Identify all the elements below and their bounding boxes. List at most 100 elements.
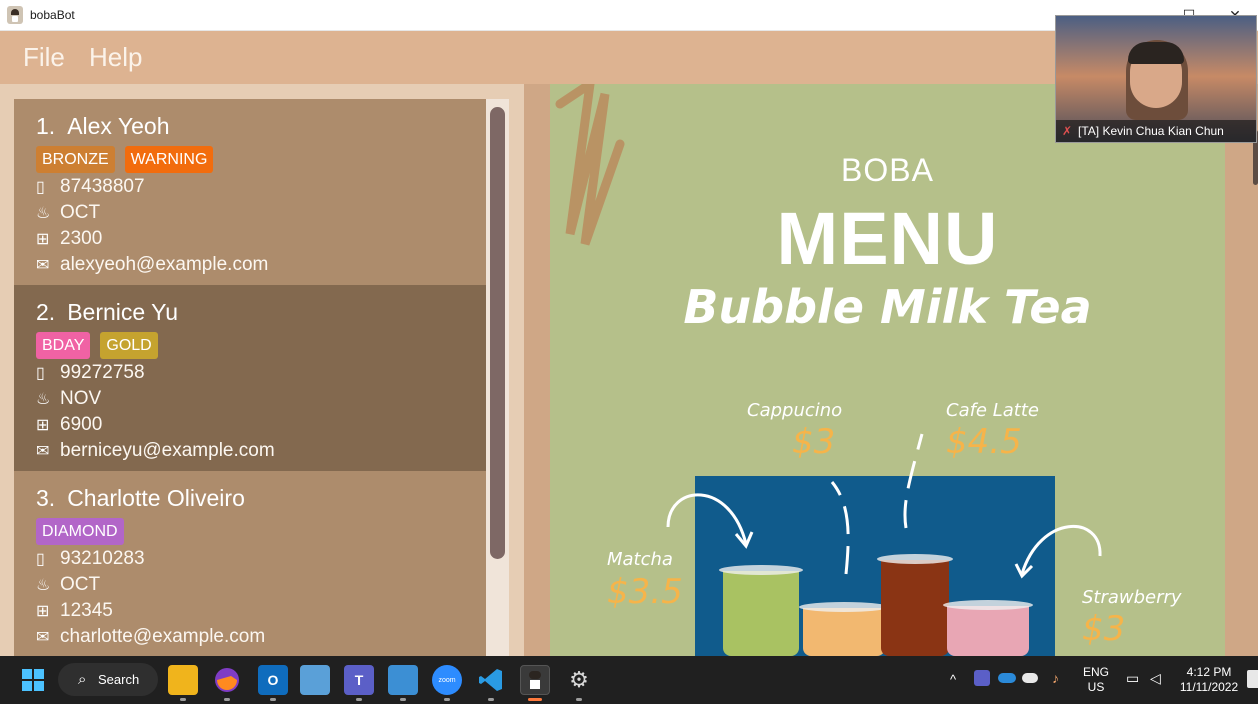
clock[interactable]: 4:12 PM 11/11/2022 [1176,665,1242,695]
person-card[interactable]: 1. Alex Yeoh BRONZE WARNING ▯ 87438807 ♨ OC… [14,99,486,285]
tag-warning: WARNING [124,146,214,173]
firefox-icon[interactable] [212,665,242,695]
phone-value: 93210283 [60,548,145,569]
phone-value: 99272758 [60,362,145,383]
participant-name: [TA] Kevin Chua Kian Chun [1078,124,1224,138]
teams-icon[interactable]: T [344,665,374,695]
start-icon[interactable] [18,665,48,695]
person-name: 3. Charlotte Oliveiro [36,485,245,512]
person-index: 2. [36,299,56,325]
participant-hair [1128,42,1184,64]
email-value: charlotte@example.com [60,626,266,647]
video-call-thumbnail[interactable]: ✗ [TA] Kevin Chua Kian Chun [1055,15,1257,143]
person-name: 2. Bernice Yu [36,299,178,326]
menu-help[interactable]: Help [89,42,142,73]
clock-time: 4:12 PM [1186,665,1232,679]
email-row: ✉ alexyeoh@example.com [36,252,268,278]
cloud-sync-icon[interactable] [1022,673,1038,683]
gift-icon: ⊞ [36,417,50,434]
network-icon[interactable]: ▭ [1126,671,1139,686]
email-row: ✉ berniceyu@example.com [36,438,275,464]
taskbar-search[interactable]: ⌕ Search [58,663,158,696]
chevron-up-icon[interactable]: ^ [950,672,956,687]
reward-value: 6900 [60,414,103,435]
reward-row: ⊞ 12345 [36,598,113,624]
tag-list: BDAY GOLD [36,332,158,359]
birthday-value: NOV [60,388,102,409]
running-indicator [224,698,230,701]
birthday-row: ♨ OCT [36,572,100,598]
microphone-icon[interactable]: ♪ [1052,671,1059,686]
running-indicator [488,698,494,701]
phone-icon: ▯ [36,179,45,196]
outlook-icon[interactable]: O [258,665,288,695]
email-value: alexyeoh@example.com [60,254,269,275]
tag-list: DIAMOND [36,518,124,545]
tag-list: BRONZE WARNING [36,146,214,173]
language-code: ENG [1082,665,1109,679]
gift-icon: ⊞ [36,603,50,620]
tag-gold: GOLD [100,332,158,359]
bobabot-app-icon [7,6,23,24]
person-name-text: Alex Yeoh [67,113,170,139]
email-value: berniceyu@example.com [60,440,275,461]
birthday-row: ♨ OCT [36,200,100,226]
clock-date: 11/11/2022 [1179,680,1239,694]
running-indicator [444,698,450,701]
phone-icon: ▯ [36,551,45,568]
language-indicator[interactable]: ENG US [1078,665,1114,695]
phone-value: 87438807 [60,176,145,197]
hand-drawn-arrows [666,433,1102,579]
menu-file[interactable]: File [23,42,65,73]
region-code: US [1087,680,1105,694]
cake-icon: ♨ [36,577,51,594]
email-icon: ✉ [36,443,50,460]
email-row: ✉ charlotte@example.com [36,624,265,650]
phone-row: ▯ 93210283 [36,546,145,572]
person-name-text: Charlotte Oliveiro [67,485,245,511]
notepad-icon[interactable] [388,665,418,695]
reward-row: ⊞ 2300 [36,226,102,252]
person-name: 1. Alex Yeoh [36,113,170,140]
reward-row: ⊞ 6900 [36,412,102,438]
person-list[interactable]: 1. Alex Yeoh BRONZE WARNING ▯ 87438807 ♨ OC… [14,99,509,656]
phone-icon: ▯ [36,365,45,382]
settings-icon[interactable]: ⚙ [564,665,594,695]
list-scrollbar-thumb[interactable] [490,107,505,559]
gift-icon: ⊞ [36,231,50,248]
file-explorer-icon[interactable] [168,665,198,695]
birthday-row: ♨ NOV [36,386,101,412]
photos-icon[interactable] [300,665,330,695]
running-indicator [400,698,406,701]
notification-icon[interactable] [1247,670,1258,688]
cake-icon: ♨ [36,205,51,222]
search-icon: ⌕ [78,671,87,688]
teams-tray-icon[interactable] [974,670,990,686]
search-label: Search [98,672,140,687]
running-indicator [356,698,362,701]
person-index: 3. [36,485,56,511]
person-card[interactable]: 3. Charlotte Oliveiro DIAMOND ▯ 93210283 ♨… [14,471,486,656]
cake-icon: ♨ [36,391,51,408]
participant-name-bar: ✗ [TA] Kevin Chua Kian Chun [1056,120,1256,142]
vscode-icon[interactable] [476,665,506,695]
reward-value: 2300 [60,228,103,249]
mic-muted-icon: ✗ [1062,124,1073,138]
bobabot-taskbar-icon[interactable] [520,665,550,695]
window-title: bobaBot [30,8,75,22]
zoom-icon[interactable]: zoom [432,665,462,695]
active-indicator [528,698,542,701]
volume-icon[interactable]: ◁ [1150,671,1161,686]
tag-bday: BDAY [36,332,91,359]
email-icon: ✉ [36,629,50,646]
onedrive-icon[interactable] [998,673,1016,683]
taskbar: ⌕ Search O T zoom ⚙ ^ ♪ ENG US ▭ ◁ 4:12 P… [0,656,1258,704]
tag-diamond: DIAMOND [36,518,124,545]
phone-row: ▯ 87438807 [36,174,145,200]
running-indicator [576,698,582,701]
person-card-selected[interactable]: 2. Bernice Yu BDAY GOLD ▯ 99272758 ♨ NOV ⊞ 6… [14,285,486,471]
boba-menu-image: BOBA MENU Bubble Milk Tea Cappucino $3 C… [550,84,1225,656]
birthday-value: OCT [60,574,101,595]
email-icon: ✉ [36,257,50,274]
reward-value: 12345 [60,600,113,621]
